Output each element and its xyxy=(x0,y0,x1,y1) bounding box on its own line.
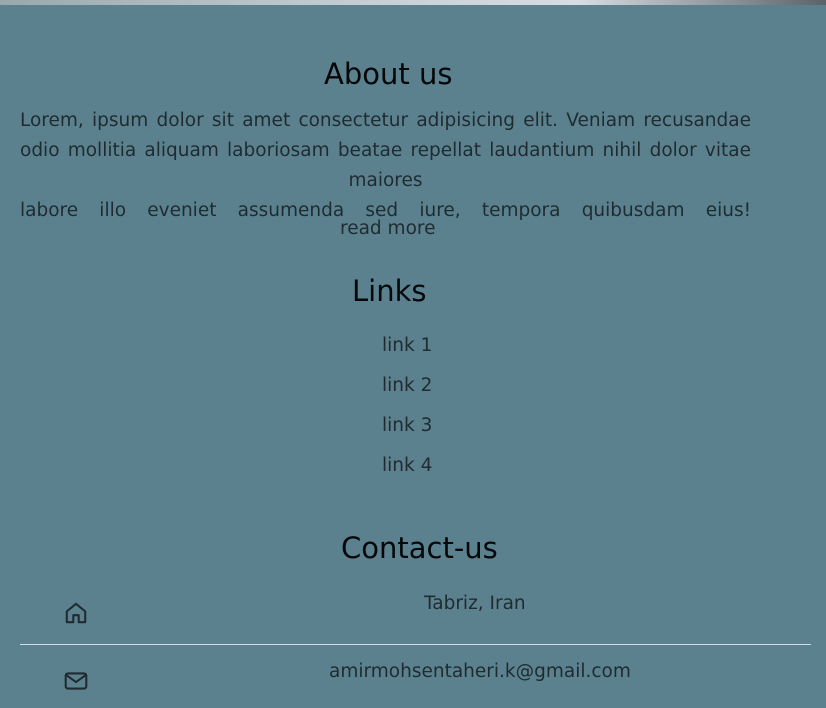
contact-address: Tabriz, Iran xyxy=(424,593,526,614)
list-item: link 4 xyxy=(382,455,432,495)
link-1[interactable]: link 1 xyxy=(382,335,432,356)
link-4[interactable]: link 4 xyxy=(382,455,432,476)
read-more-link[interactable]: read more xyxy=(340,218,435,239)
list-item: link 2 xyxy=(382,375,432,415)
contact-address-row: Tabriz, Iran xyxy=(20,590,811,640)
link-2[interactable]: link 2 xyxy=(382,375,432,396)
links-title: Links xyxy=(352,274,427,308)
about-text: Lorem, ipsum dolor sit amet consectetur … xyxy=(20,106,751,226)
contact-divider xyxy=(20,644,811,645)
list-item: link 3 xyxy=(382,415,432,455)
contact-email[interactable]: amirmohsentaheri.k@gmail.com xyxy=(329,661,631,682)
link-3[interactable]: link 3 xyxy=(382,415,432,436)
about-text-body: Lorem, ipsum dolor sit amet consectetur … xyxy=(20,110,751,191)
list-item: link 1 xyxy=(382,335,432,375)
home-icon xyxy=(63,600,89,626)
about-title: About us xyxy=(324,57,453,91)
links-list: link 1 link 2 link 3 link 4 xyxy=(382,335,432,495)
mail-icon xyxy=(63,668,89,694)
contact-title: Contact-us xyxy=(341,531,498,565)
contact-email-row: amirmohsentaheri.k@gmail.com xyxy=(20,658,811,708)
window-top-edge xyxy=(0,0,826,5)
